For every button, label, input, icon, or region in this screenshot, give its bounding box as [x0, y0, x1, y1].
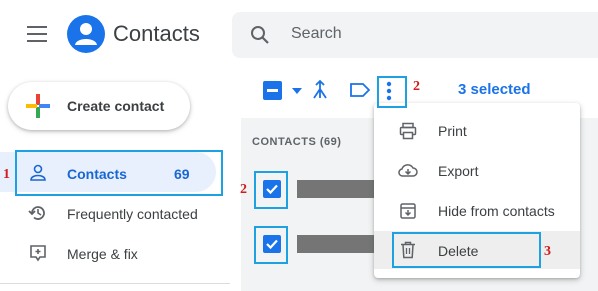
main-menu-button[interactable]: [27, 26, 47, 42]
annotation-number: 2: [413, 79, 420, 94]
contact-name-redacted: [297, 235, 377, 253]
annotation-box-delete: [392, 232, 541, 268]
contacts-list-header: CONTACTS (69): [252, 136, 342, 148]
search-icon[interactable]: [250, 25, 270, 45]
history-icon: [28, 206, 45, 220]
cloud-export-icon: [398, 164, 418, 177]
annotation-number: 2: [240, 182, 247, 197]
search-input[interactable]: Search: [291, 25, 342, 43]
sidebar-divider: [0, 283, 230, 284]
annotation-number: 1: [3, 167, 10, 182]
hide-icon: [400, 203, 416, 219]
menu-item-export[interactable]: Export: [438, 163, 478, 179]
annotation-box-checkbox-2: [254, 226, 288, 264]
chevron-down-icon[interactable]: [291, 87, 303, 95]
search-bar[interactable]: [232, 12, 598, 58]
create-contact-label: Create contact: [67, 98, 165, 114]
contacts-logo-icon: [67, 15, 105, 53]
merge-icon[interactable]: [311, 80, 329, 100]
contact-name-redacted: [297, 180, 377, 198]
annotation-number: 3: [544, 244, 551, 259]
app-title: Contacts: [113, 21, 200, 46]
print-icon: [399, 122, 417, 140]
sidebar-item-frequently-contacted[interactable]: Frequently contacted: [67, 206, 198, 222]
merge-fix-icon: [30, 245, 46, 262]
sidebar-item-merge-fix[interactable]: Merge & fix: [67, 246, 138, 262]
menu-item-print[interactable]: Print: [438, 123, 467, 139]
plus-icon: [26, 94, 50, 118]
annotation-box-more: [377, 76, 407, 108]
label-icon[interactable]: [350, 83, 370, 97]
annotation-box-contacts: [15, 150, 223, 196]
select-all-checkbox[interactable]: [263, 81, 282, 100]
selected-count: 3 selected: [458, 81, 531, 98]
annotation-box-checkbox-1: [254, 171, 288, 209]
menu-item-hide-from-contacts[interactable]: Hide from contacts: [438, 203, 555, 219]
